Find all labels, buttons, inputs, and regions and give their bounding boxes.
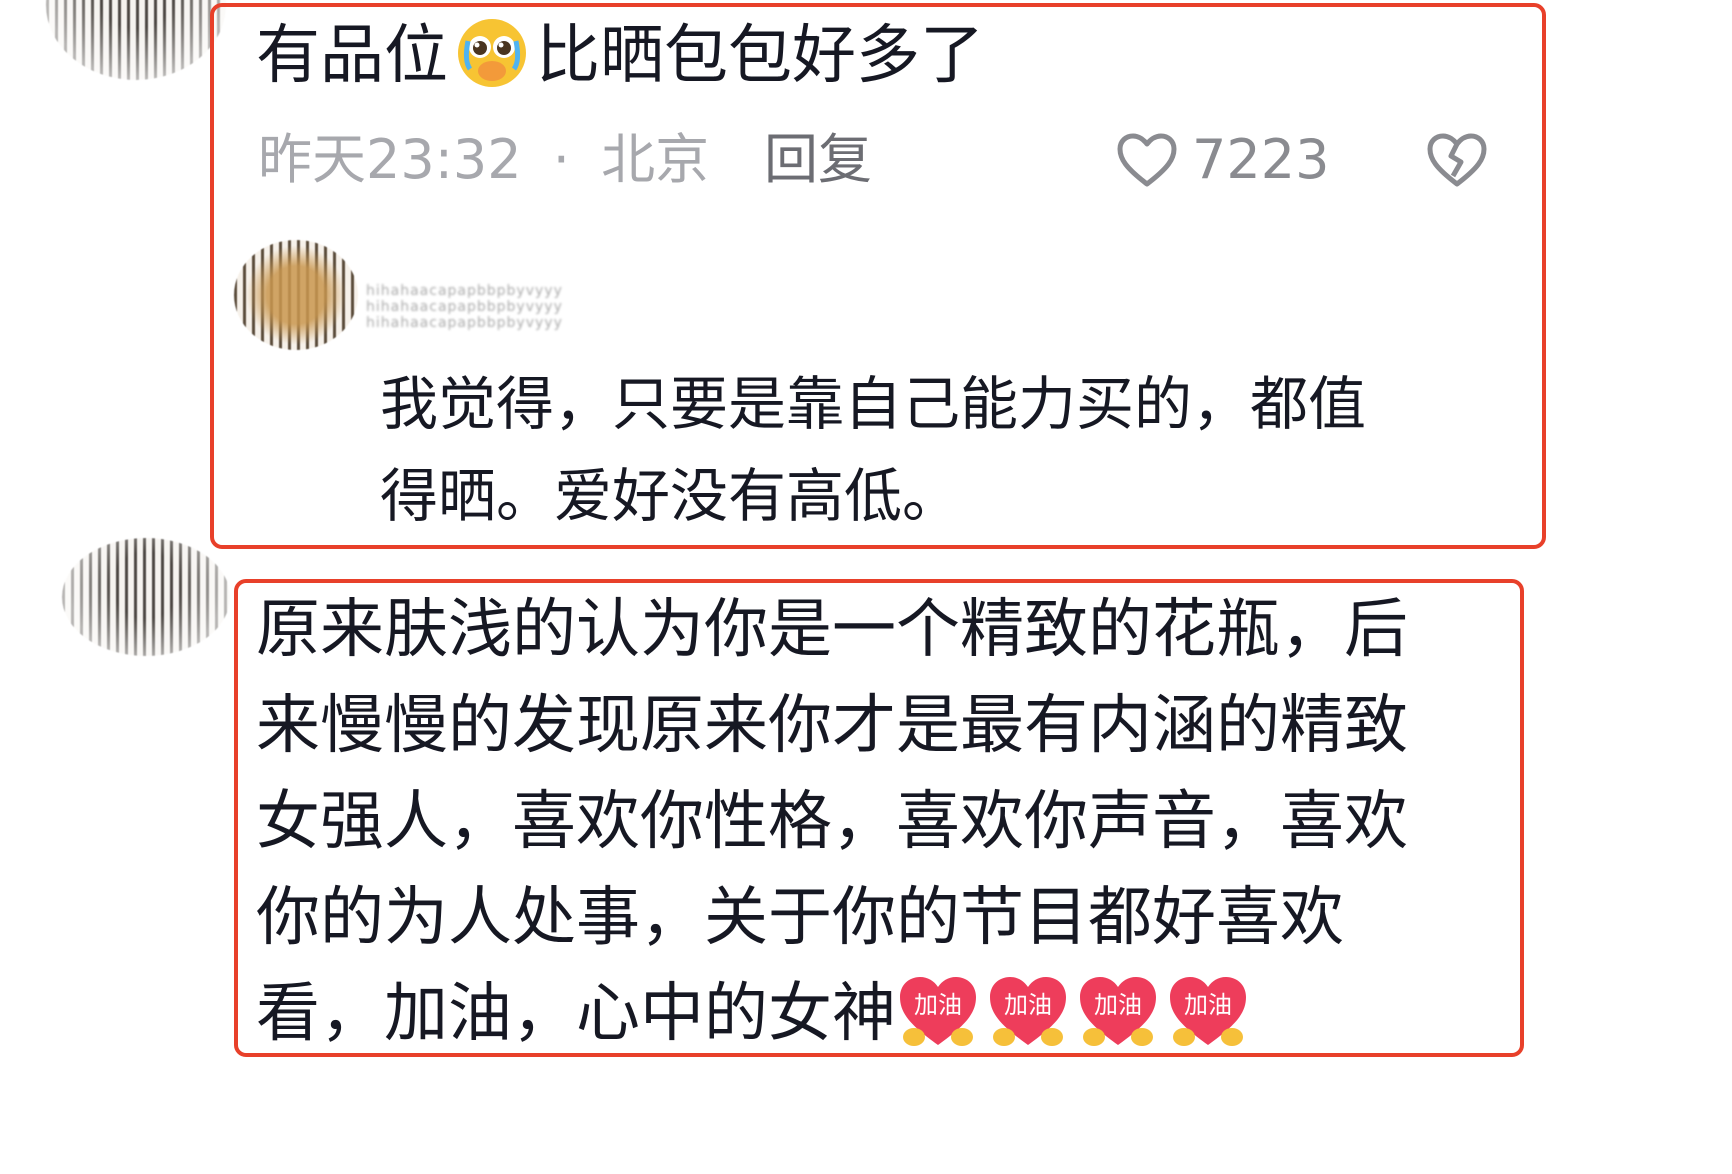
jiayou-emoji-row: 加油 加油 加油 加油 [896,977,1256,1051]
commenter-avatar[interactable] [46,0,226,80]
dislike-broken-heart-icon[interactable] [1426,132,1488,188]
location: 北京 [601,128,710,191]
reply-text-line2: 得晒。爱好没有高低。 [380,462,961,530]
comment-meta: 昨天23:32 · 北京 [258,130,709,190]
svg-text:加油: 加油 [1004,991,1052,1019]
commenter2-avatar[interactable] [62,538,230,656]
comment2-text: 原来肤浅的认为你是一个精致的花瓶，后 来慢慢的发现原来你才是最有内涵的精致 女强… [256,582,1408,1062]
comment-text: 有品位 比晒包包好多了 [256,8,984,104]
timestamp: 昨天23:32 [258,128,522,191]
svg-text:加油: 加油 [1094,991,1142,1019]
comment2-line4: 你的为人处事，关于你的节目都好喜欢 [256,881,1344,955]
like-count: 7223 [1192,128,1330,191]
reply-button[interactable]: 回复 [764,130,872,190]
reply-avatar[interactable] [234,240,358,350]
jiayou-heart-emoji-icon: 加油 [1170,977,1246,1046]
like-button[interactable]: 7223 [1116,128,1329,192]
comment2-line3: 女强人，喜欢你性格，喜欢你声音，喜欢 [256,785,1408,859]
comment-text-part1: 有品位 [256,19,448,93]
comment2-line5: 看，加油，心中的女神 加油 加油 加油 加油 [256,966,1408,1062]
reply-text: 我觉得，只要是靠自己能力买的，都值 得晒。爱好没有高低。 [380,358,1366,542]
separator-dot: · [552,128,570,191]
svg-text:加油: 加油 [914,991,962,1019]
jiayou-heart-emoji-icon: 加油 [990,977,1066,1046]
crying-face-emoji-icon [458,19,526,87]
comment2-line2: 来慢慢的发现原来你才是最有内涵的精致 [256,689,1408,763]
heart-icon [1117,133,1177,187]
reply-username[interactable]: hihahaacapapbbpbyvyyy hihahaacapapbbpbyv… [366,284,562,330]
reply-label: 回复 [764,128,872,191]
comment2-line1: 原来肤浅的认为你是一个精致的花瓶，后 [256,593,1408,667]
comment2-line5-text: 看，加油，心中的女神 [256,977,896,1051]
svg-text:加油: 加油 [1184,991,1232,1019]
comment-text-part2: 比晒包包好多了 [536,19,984,93]
jiayou-heart-emoji-icon: 加油 [1080,977,1156,1046]
jiayou-heart-emoji-icon: 加油 [900,977,976,1046]
reply-text-line1: 我觉得，只要是靠自己能力买的，都值 [380,370,1367,438]
